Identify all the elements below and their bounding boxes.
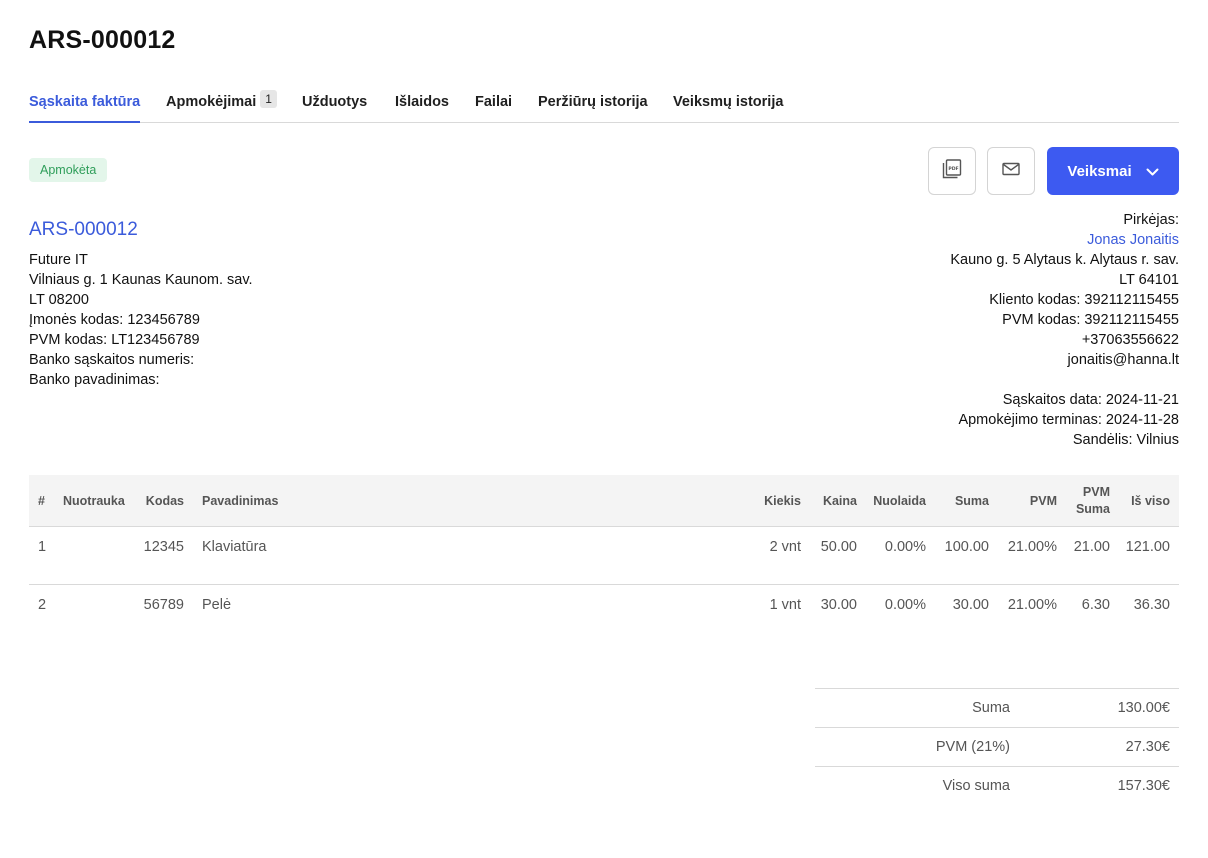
tab-label: Veiksmų istorija (673, 94, 784, 110)
seller-bank-name: Banko pavadinimas: (29, 372, 160, 388)
tab-label: Apmokėjimai (166, 94, 257, 110)
totals-summary: Suma 130.00€ PVM (21%) 27.30€ Viso suma … (815, 688, 1179, 806)
buyer-email: jonaitis@hanna.lt (1067, 352, 1179, 368)
cell-total: 121.00 (1125, 539, 1170, 555)
invoice-items-table: # Nuotrauka Kodas Pavadinimas Kiekis Kai… (29, 475, 1179, 643)
cell-discount: 0.00% (884, 597, 926, 613)
col-name: Pavadinimas (202, 493, 279, 508)
buyer-vat-code: PVM kodas: 392112115455 (1002, 312, 1179, 328)
tab-action-history[interactable]: Veiksmų istorija (673, 88, 783, 123)
col-sum: Suma (954, 493, 989, 508)
col-photo: Nuotrauka (63, 493, 125, 508)
col-number: # (38, 493, 45, 508)
totals-row-vat: PVM (21%) 27.30€ (815, 728, 1179, 767)
table-row[interactable]: 1 12345 Klaviatūra 2 vnt 50.00 0.00% 100… (29, 527, 1179, 585)
buyer-label: Pirkėjas: (1123, 212, 1179, 228)
seller-vat-code: PVM kodas: LT123456789 (29, 332, 200, 348)
email-button[interactable] (987, 147, 1035, 195)
invoice-number: ARS-000012 (29, 219, 138, 240)
seller-postcode: LT 08200 (29, 292, 89, 308)
cell-price: 50.00 (820, 539, 857, 555)
buyer-name-link[interactable]: Jonas Jonaitis (950, 230, 1179, 250)
cell-quantity: 2 vnt (769, 539, 801, 555)
cell-number: 2 (38, 597, 47, 613)
cell-total: 36.30 (1133, 597, 1170, 613)
cell-code: 56789 (143, 597, 184, 613)
tab-bar: Sąskaita faktūra Apmokėjimai 1 Užduotys I… (29, 88, 1179, 123)
table-header: # Nuotrauka Kodas Pavadinimas Kiekis Kai… (29, 475, 1179, 527)
chevron-down-icon (1146, 163, 1159, 180)
warehouse: Sandėlis: Vilnius (1072, 432, 1179, 448)
cell-quantity: 1 vnt (769, 597, 801, 613)
tab-tasks[interactable]: Užduotys (302, 88, 367, 123)
actions-label: Veiksmai (1067, 162, 1132, 180)
buyer-info: Pirkėjas: Jonas Jonaitis Kauno g. 5 Alyt… (950, 210, 1179, 450)
seller-bank-account: Banko sąskaitos numeris: (29, 352, 195, 368)
invoice-date: Sąskaitos data: 2024-11-21 (1002, 392, 1179, 408)
payment-due-date: Apmokėjimo terminas: 2024-11-28 (958, 412, 1179, 428)
tab-label: Peržiūrų istorija (538, 94, 648, 110)
col-vat: PVM (1029, 493, 1057, 508)
tab-expenses[interactable]: Išlaidos (395, 88, 449, 123)
tab-label: Išlaidos (395, 94, 449, 110)
totals-row-grand-total: Viso suma 157.30€ (815, 767, 1179, 806)
tab-label: Sąskaita faktūra (29, 94, 141, 110)
cell-vat: 21.00% (1007, 597, 1057, 613)
buyer-client-code: Kliento kodas: 392112115455 (989, 292, 1179, 308)
svg-text:PDF: PDF (948, 165, 958, 171)
actions-dropdown-button[interactable]: Veiksmai (1047, 147, 1179, 195)
seller-company-code: Įmonės kodas: 123456789 (29, 312, 200, 328)
totals-row-sum: Suma 130.00€ (815, 689, 1179, 728)
col-code: Kodas (145, 493, 184, 508)
tab-files[interactable]: Failai (475, 88, 512, 123)
table-row[interactable]: 2 56789 Pelė 1 vnt 30.00 0.00% 30.00 21.… (29, 585, 1179, 643)
buyer-postcode: LT 64101 (1119, 272, 1179, 288)
totals-value: 157.30€ (1117, 778, 1170, 794)
totals-label: Viso suma (942, 778, 1010, 794)
seller-info: ARS-000012 Future IT Vilniaus g. 1 Kauna… (29, 218, 253, 390)
seller-name: Future IT (29, 252, 88, 268)
cell-sum: 100.00 (944, 539, 989, 555)
cell-discount: 0.00% (884, 539, 926, 555)
tab-invoice[interactable]: Sąskaita faktūra (29, 88, 141, 123)
seller-address: Vilniaus g. 1 Kaunas Kaunom. sav. (29, 272, 253, 288)
tab-label: Užduotys (302, 94, 368, 110)
cell-number: 1 (38, 539, 47, 555)
totals-value: 27.30€ (1125, 739, 1170, 755)
payments-count-badge: 1 (260, 90, 277, 108)
buyer-phone: +37063556622 (1081, 332, 1179, 348)
totals-value: 130.00€ (1117, 700, 1170, 716)
cell-sum: 30.00 (952, 597, 989, 613)
cell-name: Pelė (202, 597, 232, 613)
cell-vat-sum: 21.00 (1073, 539, 1110, 555)
totals-label: Suma (972, 700, 1010, 716)
col-total: Iš viso (1131, 493, 1170, 508)
col-price: Kaina (822, 493, 857, 508)
pdf-icon: PDF (941, 158, 963, 185)
cell-vat: 21.00% (1007, 539, 1057, 555)
tab-label: Failai (475, 94, 513, 110)
col-vat-sum: PVM Suma (1075, 485, 1110, 516)
status-badge: Apmokėta (29, 158, 108, 182)
tab-view-history[interactable]: Peržiūrų istorija (538, 88, 648, 123)
cell-code: 12345 (143, 539, 184, 555)
totals-label: PVM (21%) (935, 739, 1010, 755)
page-title: ARS-000012 (29, 26, 176, 54)
cell-vat-sum: 6.30 (1081, 597, 1110, 613)
buyer-address: Kauno g. 5 Alytaus k. Alytaus r. sav. (950, 252, 1179, 268)
mail-icon (1002, 162, 1020, 181)
cell-price: 30.00 (820, 597, 857, 613)
tab-payments[interactable]: Apmokėjimai 1 (166, 88, 277, 123)
pdf-button[interactable]: PDF (928, 147, 976, 195)
col-quantity: Kiekis (764, 493, 801, 508)
col-discount: Nuolaida (873, 493, 926, 508)
cell-name: Klaviatūra (202, 539, 267, 555)
